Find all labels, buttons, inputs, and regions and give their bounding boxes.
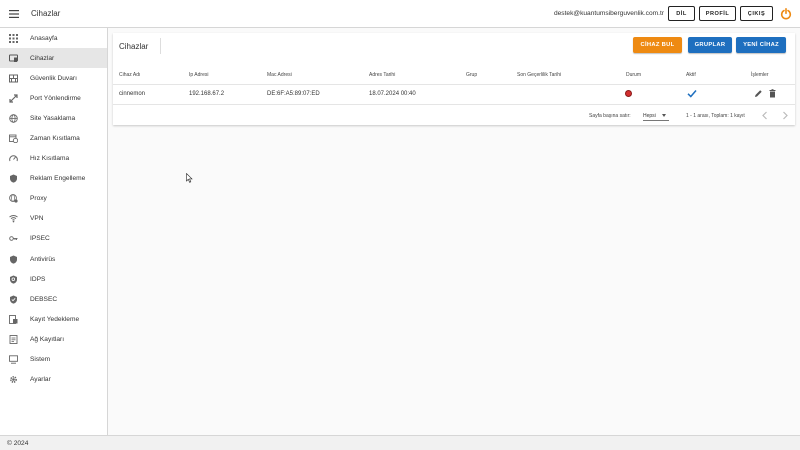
chevron-down-icon — [662, 114, 666, 117]
title-divider — [160, 38, 161, 54]
page-title: Cihazlar — [31, 9, 61, 18]
sidebar-item-label: Reklam Engelleme — [30, 175, 86, 183]
devices-icon — [7, 52, 19, 64]
find-device-button[interactable]: CİHAZ BUL — [633, 37, 682, 53]
cell-mac: DE:6F:A5:89:07:ED — [267, 91, 320, 97]
top-app-bar: Cihazlar destek@kuantumsiberguvenlik.com… — [0, 0, 800, 28]
sidebar-item-zaman-kisitlama[interactable]: Zaman Kısıtlama — [0, 128, 107, 148]
sidebar-item-label: IPSEC — [30, 235, 50, 243]
power-icon[interactable] — [777, 0, 795, 28]
cell-device-name: cinnemon — [119, 91, 146, 97]
logs-icon — [7, 333, 19, 345]
col-header-active[interactable]: Aktif — [686, 72, 696, 78]
col-header-group[interactable]: Grup — [466, 72, 477, 78]
sidebar-item-kayit-yedekleme[interactable]: Kayıt Yedekleme — [0, 309, 107, 329]
devices-card: Cihazlar CİHAZ BUL GRUPLAR YENİ CİHAZ Ci… — [113, 33, 795, 125]
sidebar-item-port-yonlendirme[interactable]: Port Yönlendirme — [0, 88, 107, 108]
sidebar-item-label: Hız Kısıtlama — [30, 155, 70, 163]
footer: © 2024 — [0, 435, 800, 450]
sidebar-item-label: Ayarlar — [30, 376, 51, 384]
sidebar-item-label: Port Yönlendirme — [30, 94, 81, 102]
delete-icon[interactable] — [768, 89, 777, 98]
speedometer-icon — [7, 153, 19, 165]
sidebar-item-ag-kayitlari[interactable]: Ağ Kayıtları — [0, 329, 107, 349]
col-header-mac[interactable]: Mac Adresi — [267, 72, 292, 78]
sidebar-item-proxy[interactable]: Proxy — [0, 189, 107, 209]
sidebar-item-label: Ağ Kayıtları — [30, 335, 65, 343]
sidebar-item-idps[interactable]: IDPS — [0, 269, 107, 289]
sidebar-item-label: Anasayfa — [30, 34, 58, 42]
sidebar-item-label: IDPS — [30, 275, 46, 283]
copyright-text: © 2024 — [7, 439, 29, 447]
cell-ip: 192.168.67.2 — [189, 91, 225, 97]
col-header-name[interactable]: Cihaz Adı — [119, 72, 140, 78]
sidebar-item-antivirus[interactable]: Antivirüs — [0, 249, 107, 269]
mouse-cursor-icon — [186, 173, 193, 183]
proxy-globe-icon — [7, 193, 19, 205]
grid-icon — [7, 32, 19, 44]
user-email: destek@kuantumsiberguvenlik.com.tr — [553, 10, 664, 17]
globe-icon — [7, 112, 19, 124]
check-icon — [687, 90, 697, 98]
edit-icon[interactable] — [754, 89, 763, 98]
status-offline-dot — [625, 90, 632, 97]
groups-button[interactable]: GRUPLAR — [688, 37, 732, 53]
logout-button[interactable]: ÇIKIŞ — [740, 6, 773, 21]
profile-button[interactable]: PROFİL — [699, 6, 736, 21]
vpn-icon — [7, 213, 19, 225]
sidebar-item-hiz-kisitlama[interactable]: Hız Kısıtlama — [0, 149, 107, 169]
sidebar-item-label: Cihazlar — [30, 54, 55, 62]
col-header-actions: İşlemler — [751, 72, 769, 78]
pagination-range: 1 - 1 arası, Toplam: 1 kayıt — [686, 113, 745, 119]
sidebar-item-site-yasaklama[interactable]: Site Yasaklama — [0, 108, 107, 128]
card-title: Cihazlar — [119, 42, 149, 51]
backup-icon — [7, 313, 19, 325]
main-content: Cihazlar CİHAZ BUL GRUPLAR YENİ CİHAZ Ci… — [108, 28, 800, 435]
sidebar-item-anasayfa[interactable]: Anasayfa — [0, 28, 107, 48]
hamburger-menu-icon[interactable] — [2, 0, 26, 28]
sidebar-item-cihazlar[interactable]: Cihazlar — [0, 48, 107, 69]
rows-per-page-label: Sayfa başına satır: — [589, 113, 631, 119]
sidebar-item-ayarlar[interactable]: Ayarlar — [0, 370, 107, 390]
sidebar-item-label: Zaman Kısıtlama — [30, 135, 80, 143]
sidebar-item-label: VPN — [30, 215, 44, 223]
sidebar: Anasayfa Cihazlar Güvenlik Duvarı Port Y… — [0, 28, 108, 435]
col-header-date[interactable]: Adres Tarihi — [369, 72, 395, 78]
sidebar-item-label: Sistem — [30, 356, 51, 364]
shield-icon — [7, 253, 19, 265]
sidebar-item-label: Site Yasaklama — [30, 114, 76, 122]
sidebar-item-ipsec[interactable]: IPSEC — [0, 229, 107, 249]
shield-icon — [7, 173, 19, 185]
cell-date: 18.07.2024 00:40 — [369, 91, 416, 97]
sidebar-item-reklam-engelleme[interactable]: Reklam Engelleme — [0, 169, 107, 189]
col-header-status[interactable]: Durum — [626, 72, 641, 78]
col-header-expiry[interactable]: Son Geçerlilik Tarihi — [517, 72, 561, 78]
shield-check-icon — [7, 293, 19, 305]
monitor-icon — [7, 354, 19, 366]
chevron-left-icon[interactable] — [761, 111, 769, 120]
header-divider — [113, 84, 795, 85]
firewall-icon — [7, 72, 19, 84]
port-forward-icon — [7, 92, 19, 104]
row-divider — [113, 104, 795, 105]
sidebar-item-label: Antivirüs — [30, 255, 56, 263]
sidebar-item-label: Proxy — [30, 195, 47, 203]
language-button[interactable]: DİL — [668, 6, 695, 21]
sidebar-item-vpn[interactable]: VPN — [0, 209, 107, 229]
shield-search-icon — [7, 273, 19, 285]
sidebar-item-guvenlik-duvari[interactable]: Güvenlik Duvarı — [0, 68, 107, 88]
chevron-right-icon[interactable] — [781, 111, 789, 120]
sidebar-item-label: DEBSEC — [30, 295, 58, 303]
sidebar-item-label: Kayıt Yedekleme — [30, 315, 80, 323]
sidebar-item-debsec[interactable]: DEBSEC — [0, 289, 107, 309]
gear-icon — [7, 374, 19, 386]
top-right-actions: destek@kuantumsiberguvenlik.com.tr DİL P… — [554, 0, 800, 28]
col-header-ip[interactable]: Ip Adresi — [189, 72, 208, 78]
sidebar-item-sistem[interactable]: Sistem — [0, 350, 107, 370]
sidebar-item-label: Güvenlik Duvarı — [30, 74, 77, 82]
key-icon — [7, 233, 19, 245]
new-device-button[interactable]: YENİ CİHAZ — [736, 37, 786, 53]
calendar-clock-icon — [7, 133, 19, 145]
